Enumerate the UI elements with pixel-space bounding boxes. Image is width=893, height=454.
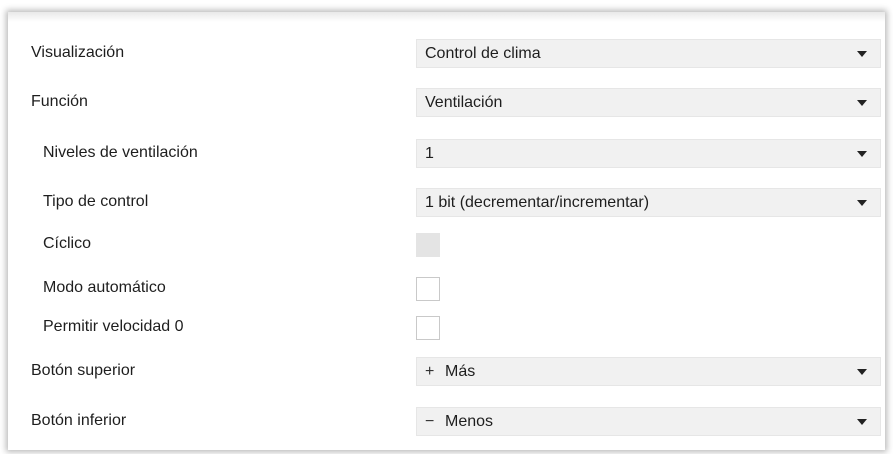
visualizacion-value: Control de clima: [425, 45, 541, 62]
row-funcion: Función Ventilación: [8, 84, 885, 120]
permitir-velocidad-label: Permitir velocidad 0: [43, 318, 184, 335]
visualizacion-dropdown[interactable]: Control de clima: [416, 39, 881, 68]
modo-automatico-label: Modo automático: [43, 279, 166, 296]
boton-inferior-value: − Menos: [425, 408, 493, 435]
row-niveles-ventilacion: Niveles de ventilación 1: [8, 135, 885, 171]
row-tipo-control: Tipo de control 1 bit (decrementar/incre…: [8, 184, 885, 220]
chevron-down-icon: [857, 151, 867, 157]
panel-top-edge: [8, 12, 885, 22]
tipo-control-value: 1 bit (decrementar/incrementar): [425, 194, 650, 211]
funcion-value: Ventilación: [425, 94, 503, 111]
niveles-ventilacion-dropdown[interactable]: 1: [416, 139, 881, 168]
visualizacion-label: Visualización: [31, 44, 125, 61]
chevron-down-icon: [857, 200, 867, 206]
row-permitir-velocidad: Permitir velocidad 0: [8, 309, 885, 345]
parameters-panel: Visualización Control de clima Función V…: [8, 12, 885, 450]
minus-icon: −: [425, 413, 435, 430]
row-boton-superior: Botón superior + Más: [8, 353, 885, 389]
ciclico-checkbox: [416, 233, 440, 257]
boton-superior-value: + Más: [425, 358, 475, 385]
funcion-dropdown[interactable]: Ventilación: [416, 88, 881, 117]
chevron-down-icon: [857, 51, 867, 57]
boton-superior-text: Más: [445, 363, 476, 380]
ciclico-label: Cíclico: [43, 235, 92, 252]
row-boton-inferior: Botón inferior − Menos: [8, 403, 885, 439]
boton-superior-dropdown[interactable]: + Más: [416, 357, 881, 386]
chevron-down-icon: [857, 100, 867, 106]
chevron-down-icon: [857, 369, 867, 375]
tipo-control-label: Tipo de control: [43, 193, 149, 210]
modo-automatico-checkbox[interactable]: [416, 277, 440, 301]
chevron-down-icon: [857, 419, 867, 425]
funcion-label: Función: [31, 93, 88, 110]
plus-icon: +: [425, 363, 435, 380]
row-visualizacion: Visualización Control de clima: [8, 35, 885, 71]
niveles-ventilacion-label: Niveles de ventilación: [43, 144, 198, 161]
row-ciclico: Cíclico: [8, 226, 885, 262]
tipo-control-dropdown[interactable]: 1 bit (decrementar/incrementar): [416, 188, 881, 217]
row-modo-automatico: Modo automático: [8, 270, 885, 306]
boton-inferior-text: Menos: [445, 413, 494, 430]
niveles-ventilacion-value: 1: [425, 145, 434, 162]
boton-inferior-dropdown[interactable]: − Menos: [416, 407, 881, 436]
permitir-velocidad-checkbox[interactable]: [416, 316, 440, 340]
boton-superior-label: Botón superior: [31, 362, 136, 379]
boton-inferior-label: Botón inferior: [31, 412, 127, 429]
